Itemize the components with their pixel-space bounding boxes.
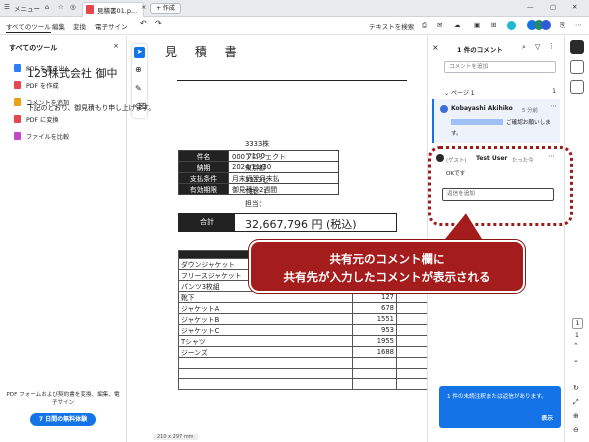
callout-line-2: 共有先が入力したコメントが表示される	[283, 270, 491, 284]
callout-box: 共有元のコメント欄に 共有先が入力したコメントが表示される	[248, 239, 526, 294]
callout-arrow	[438, 210, 488, 245]
callout-line-1: 共有元のコメント欄に	[329, 252, 445, 266]
